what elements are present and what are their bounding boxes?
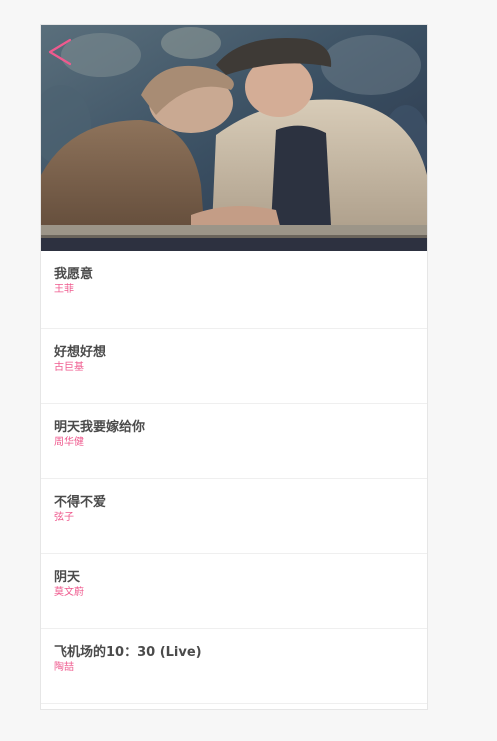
song-artist: 王菲 — [54, 284, 74, 295]
song-title: 我愿意 — [54, 267, 94, 282]
back-button[interactable] — [44, 35, 78, 69]
chevron-left-icon — [48, 38, 72, 66]
song-title: 飞机场的10：30 (Live) — [54, 645, 202, 660]
song-artist: 陶喆 — [54, 662, 74, 673]
header-photo — [41, 25, 427, 251]
song-artist: 弦子 — [54, 512, 74, 523]
song-title: 好想好想 — [54, 345, 107, 360]
song-item[interactable]: 飞机场的10：30 (Live) 陶喆 — [41, 629, 427, 704]
song-item[interactable]: 明天我要嫁给你 周华健 — [41, 404, 427, 479]
song-title: 明天我要嫁给你 — [54, 420, 146, 435]
song-artist: 周华健 — [54, 437, 84, 448]
elderly-couple-photo — [41, 25, 427, 251]
song-item[interactable]: 好想好想 古巨基 — [41, 329, 427, 404]
playlist-screen: 我愿意 王菲 好想好想 古巨基 明天我要嫁给你 周华健 不得不爱 弦子 阴天 莫… — [41, 25, 427, 709]
song-artist: 莫文蔚 — [54, 587, 84, 598]
song-title: 阴天 — [54, 570, 81, 585]
song-list: 我愿意 王菲 好想好想 古巨基 明天我要嫁给你 周华健 不得不爱 弦子 阴天 莫… — [41, 251, 427, 704]
song-item[interactable]: 阴天 莫文蔚 — [41, 554, 427, 629]
song-artist: 古巨基 — [54, 362, 84, 373]
song-item[interactable]: 我愿意 王菲 — [41, 251, 427, 329]
song-item[interactable]: 不得不爱 弦子 — [41, 479, 427, 554]
song-title: 不得不爱 — [54, 495, 107, 510]
